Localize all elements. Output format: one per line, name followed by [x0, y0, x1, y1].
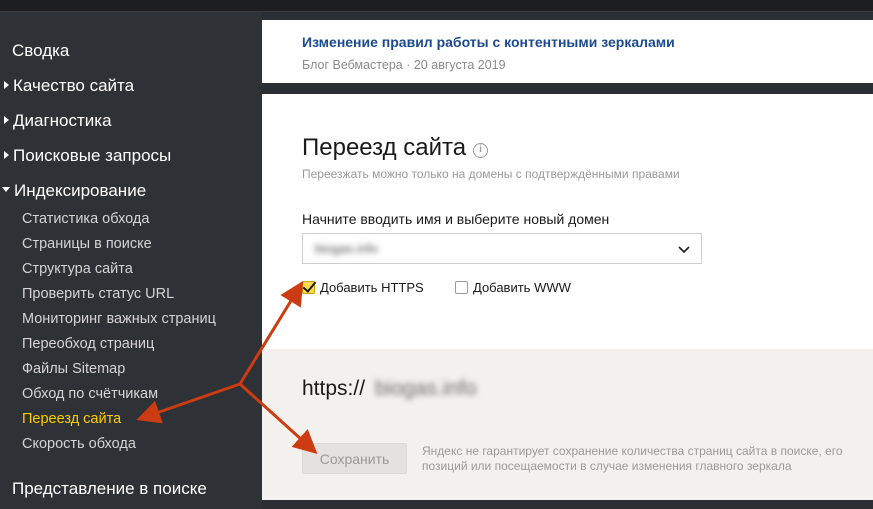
sidebar-item-recrawl[interactable]: Переобход страниц: [22, 336, 154, 352]
info-icon[interactable]: i: [473, 143, 488, 158]
www-checkbox[interactable]: [455, 280, 468, 294]
nav-indexing[interactable]: Индексирование: [2, 181, 146, 201]
bottom-strip: [262, 500, 873, 509]
nav-quality[interactable]: Качество сайта: [4, 76, 134, 96]
expand-arrow-icon: [4, 115, 9, 124]
https-checkbox[interactable]: [302, 280, 315, 294]
preview-url-domain: biogas.info: [375, 377, 477, 400]
sidebar-item-site-move[interactable]: Переезд сайта: [22, 411, 121, 427]
news-meta: Блог Вебмастера · 20 августа 2019: [302, 58, 506, 72]
nav-summary[interactable]: Сводка: [12, 41, 69, 61]
domain-select-value: biogas.info: [315, 241, 378, 256]
sidebar-item-counters[interactable]: Обход по счётчикам: [22, 386, 158, 402]
sidebar-item-crawl-speed[interactable]: Скорость обхода: [22, 436, 136, 452]
save-button[interactable]: Сохранить: [302, 443, 407, 474]
nav-search-view[interactable]: Представление в поиске: [12, 479, 207, 499]
expand-arrow-icon: [4, 150, 9, 159]
site-move-panel: Переезд сайта i Переезжать можно только …: [262, 94, 873, 349]
expand-arrow-icon: [4, 80, 9, 89]
domain-select[interactable]: biogas.info: [302, 233, 702, 264]
collapse-arrow-icon: [2, 187, 10, 193]
sidebar-item-check-url[interactable]: Проверить статус URL: [22, 286, 174, 302]
sidebar-item-monitoring[interactable]: Мониторинг важных страниц: [22, 311, 216, 327]
www-checkbox-row[interactable]: Добавить WWW: [455, 278, 571, 296]
page-subtitle: Переезжать можно только на домены с подт…: [302, 167, 680, 181]
move-preview: https:// biogas.info Сохранить Яндекс не…: [262, 349, 873, 500]
https-checkbox-row[interactable]: Добавить HTTPS: [302, 278, 424, 296]
news-title-link[interactable]: Изменение правил работы с контентными зе…: [302, 34, 675, 50]
sidebar-item-site-structure[interactable]: Структура сайта: [22, 261, 133, 277]
sidebar: Сводка Качество сайта Диагностика Поиско…: [0, 12, 262, 509]
page-title: Переезд сайта: [302, 134, 467, 161]
https-checkbox-label: Добавить HTTPS: [320, 279, 424, 295]
nav-diagnostics[interactable]: Диагностика: [4, 111, 112, 131]
news-panel: Изменение правил работы с контентными зе…: [262, 20, 873, 83]
chevron-down-icon: [678, 246, 690, 254]
sidebar-item-pages-in-search[interactable]: Страницы в поиске: [22, 236, 152, 252]
nav-queries[interactable]: Поисковые запросы: [4, 146, 171, 166]
top-bar: [0, 0, 873, 12]
domain-field-label: Начните вводить имя и выберите новый дом…: [302, 211, 610, 227]
warning-note: Яндекс не гарантирует сохранение количес…: [422, 444, 843, 473]
sidebar-item-sitemap[interactable]: Файлы Sitemap: [22, 361, 125, 377]
preview-url-protocol: https://: [302, 377, 366, 400]
www-checkbox-label: Добавить WWW: [473, 279, 571, 295]
sidebar-item-crawl-stats[interactable]: Статистика обхода: [22, 211, 149, 227]
